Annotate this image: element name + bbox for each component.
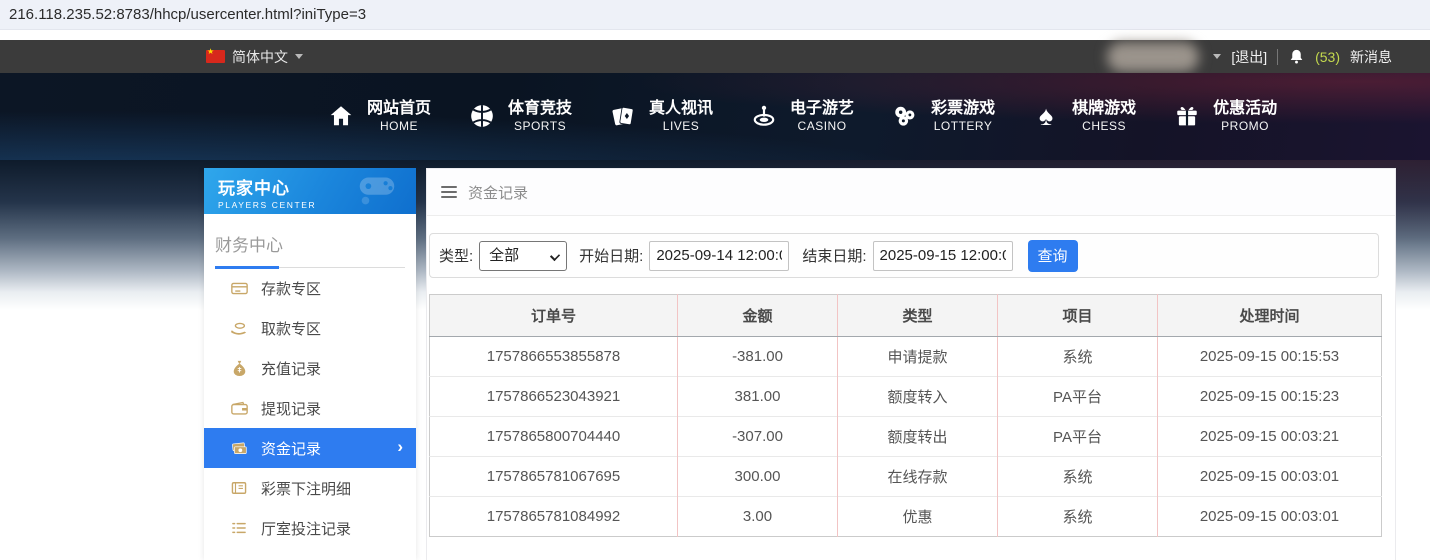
- menu-toggle-icon[interactable]: [441, 186, 457, 198]
- cell-amount: 381.00: [678, 377, 838, 417]
- money-bag-icon: [230, 360, 248, 376]
- breadcrumb-bar: 资金记录: [427, 169, 1395, 216]
- end-date-input[interactable]: [873, 241, 1013, 271]
- chevron-down-icon: [295, 54, 303, 59]
- divider: [1277, 49, 1278, 65]
- gamepad-icon: [354, 173, 400, 212]
- sidebar-item-recharge-record[interactable]: 充值记录: [204, 348, 416, 388]
- nav-item-lottery[interactable]: 彩票游戏LOTTERY: [872, 88, 1013, 144]
- main-nav: 网站首页HOME 体育竞技SPORTS 真人视讯LIVES 电子游艺CASINO…: [308, 86, 1256, 146]
- new-messages-link[interactable]: 新消息: [1350, 47, 1392, 67]
- cell-amount: -307.00: [678, 417, 838, 457]
- language-selector[interactable]: ★ 简体中文: [206, 40, 303, 73]
- utility-bar: ★ 简体中文 [退出] (53) 新消息: [0, 40, 1430, 73]
- sidebar-menu: 存款专区 取款专区 充值记录 提现记录 资金记录 ›: [204, 268, 416, 548]
- cell-amount: 300.00: [678, 457, 838, 497]
- nav-item-promo[interactable]: 优惠活动PROMO: [1154, 88, 1295, 144]
- col-time: 处理时间: [1158, 295, 1382, 337]
- sidebar-header: 玩家中心 PLAYERS CENTER: [204, 168, 416, 214]
- lottery-balls-icon: [890, 103, 920, 129]
- sidebar-item-funds-record[interactable]: 资金记录 ›: [204, 428, 416, 468]
- sports-ball-icon: [467, 103, 497, 129]
- search-button[interactable]: 查询: [1028, 240, 1078, 272]
- type-select-wrap: 全部: [479, 241, 567, 271]
- type-select[interactable]: 全部: [479, 241, 567, 271]
- cell-order-id: 1757866523043921: [430, 377, 678, 417]
- table-row: 1757866523043921 381.00 额度转入 PA平台 2025-0…: [430, 377, 1382, 417]
- spade-icon: ♠: [1031, 103, 1061, 130]
- sidebar-item-withdraw-zone[interactable]: 取款专区: [204, 308, 416, 348]
- roulette-icon: [749, 103, 779, 129]
- sidebar-item-deposit-zone[interactable]: 存款专区: [204, 268, 416, 308]
- table-row: 1757866553855878 -381.00 申请提款 系统 2025-09…: [430, 337, 1382, 377]
- cell-type: 额度转入: [838, 377, 998, 417]
- col-project: 项目: [998, 295, 1158, 337]
- chevron-right-icon: ›: [397, 437, 403, 457]
- user-chevron-down-icon[interactable]: [1213, 54, 1221, 59]
- page-url[interactable]: 216.118.235.52:8783/hhcp/usercenter.html…: [9, 6, 366, 23]
- cell-type: 申请提款: [838, 337, 998, 377]
- cash-stack-icon: [230, 441, 248, 456]
- message-count[interactable]: (53): [1315, 49, 1340, 65]
- bell-icon[interactable]: [1288, 48, 1305, 66]
- col-amount: 金额: [678, 295, 838, 337]
- deposit-card-icon: [230, 281, 248, 296]
- cell-project: PA平台: [998, 417, 1158, 457]
- nav-item-lives[interactable]: 真人视讯LIVES: [590, 88, 731, 144]
- nav-item-home[interactable]: 网站首页HOME: [308, 88, 449, 144]
- browser-url-bar[interactable]: 216.118.235.52:8783/hhcp/usercenter.html…: [0, 0, 1430, 30]
- home-icon: [326, 103, 356, 129]
- breadcrumb: 资金记录: [468, 182, 528, 203]
- table-header-row: 订单号 金额 类型 项目 处理时间: [430, 295, 1382, 337]
- table-row: 1757865800704440 -307.00 额度转出 PA平台 2025-…: [430, 417, 1382, 457]
- lottery-detail-icon: [230, 481, 248, 495]
- sidebar-section-title: 财务中心: [215, 214, 405, 268]
- main-panel: 资金记录 类型: 全部 开始日期: 结束日期: 查询 订单号 金额 类型 项目 …: [426, 168, 1396, 560]
- cell-order-id: 1757865800704440: [430, 417, 678, 457]
- playing-cards-icon: [608, 103, 638, 129]
- funds-table: 订单号 金额 类型 项目 处理时间 1757866553855878 -381.…: [429, 294, 1382, 537]
- cell-project: 系统: [998, 457, 1158, 497]
- nav-item-casino[interactable]: 电子游艺CASINO: [731, 88, 872, 144]
- sidebar: 玩家中心 PLAYERS CENTER 财务中心 存款专区 取款专区 充值记录: [204, 168, 416, 560]
- cell-time: 2025-09-15 00:03:01: [1158, 457, 1382, 497]
- withdraw-hand-icon: [230, 321, 248, 336]
- sidebar-item-room-bet-record[interactable]: 厅室投注记录: [204, 508, 416, 548]
- bet-list-icon: [230, 521, 248, 535]
- cell-type: 在线存款: [838, 457, 998, 497]
- cell-time: 2025-09-15 00:03:21: [1158, 417, 1382, 457]
- cell-amount: -381.00: [678, 337, 838, 377]
- cell-project: PA平台: [998, 377, 1158, 417]
- start-date-label: 开始日期:: [579, 245, 643, 266]
- nav-item-sports[interactable]: 体育竞技SPORTS: [449, 88, 590, 144]
- end-date-label: 结束日期:: [802, 245, 866, 266]
- cell-project: 系统: [998, 337, 1158, 377]
- logout-link[interactable]: [退出]: [1231, 47, 1267, 67]
- start-date-input[interactable]: [649, 241, 789, 271]
- cell-time: 2025-09-15 00:15:53: [1158, 337, 1382, 377]
- wallet-icon: [230, 401, 248, 415]
- username-blurred[interactable]: [1107, 42, 1199, 72]
- filter-bar: 类型: 全部 开始日期: 结束日期: 查询: [429, 233, 1379, 278]
- table-row: 1757865781067695 300.00 在线存款 系统 2025-09-…: [430, 457, 1382, 497]
- gift-icon: [1172, 103, 1202, 129]
- sidebar-item-lottery-bet-detail[interactable]: 彩票下注明细: [204, 468, 416, 508]
- col-order-id: 订单号: [430, 295, 678, 337]
- sidebar-item-withdrawal-record[interactable]: 提现记录: [204, 388, 416, 428]
- col-type: 类型: [838, 295, 998, 337]
- type-label: 类型:: [439, 245, 473, 266]
- cell-order-id: 1757865781067695: [430, 457, 678, 497]
- china-flag-icon: ★: [206, 50, 225, 63]
- language-label: 简体中文: [232, 47, 288, 67]
- cell-type: 额度转出: [838, 417, 998, 457]
- cell-time: 2025-09-15 00:15:23: [1158, 377, 1382, 417]
- cell-order-id: 1757866553855878: [430, 337, 678, 377]
- nav-item-chess[interactable]: ♠ 棋牌游戏CHESS: [1013, 88, 1154, 144]
